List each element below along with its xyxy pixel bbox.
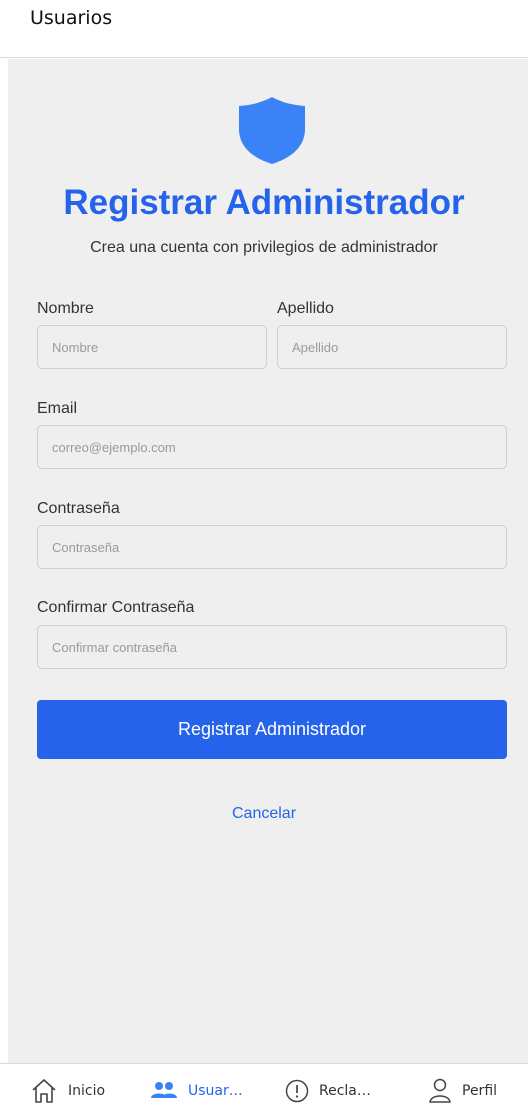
alert-circle-icon: [285, 1079, 309, 1103]
app-header: Usuarios: [0, 0, 528, 58]
page-title: Usuarios: [30, 7, 113, 29]
last-name-field[interactable]: [277, 325, 507, 369]
shield-icon: [237, 95, 307, 165]
users-icon: [150, 1081, 178, 1101]
bottom-tab-bar: Inicio Usuar… Recla… Perfil: [0, 1063, 528, 1116]
confirm-password-field[interactable]: [37, 625, 507, 669]
password-label: Contraseña: [37, 500, 120, 517]
tab-label: Recla…: [319, 1082, 371, 1099]
first-name-label: Nombre: [37, 300, 94, 317]
tab-usuarios[interactable]: Usuar…: [150, 1064, 243, 1116]
tab-label: Inicio: [68, 1082, 106, 1099]
person-icon: [428, 1078, 452, 1104]
last-name-label: Apellido: [277, 300, 334, 317]
email-field[interactable]: [37, 425, 507, 469]
form-subtitle: Crea una cuenta con privilegios de admin…: [90, 239, 438, 256]
register-admin-screen: Registrar Administrador Crea una cuenta …: [8, 59, 528, 1063]
cancel-link[interactable]: Cancelar: [8, 805, 520, 823]
email-label: Email: [37, 400, 78, 417]
tab-reclamos[interactable]: Recla…: [285, 1064, 371, 1116]
tab-label: Perfil: [462, 1082, 498, 1099]
confirm-password-label: Confirmar Contraseña: [37, 599, 195, 616]
tab-perfil[interactable]: Perfil: [428, 1064, 497, 1116]
form-title: Registrar Administrador: [63, 183, 465, 222]
home-icon: [30, 1078, 58, 1104]
register-admin-button[interactable]: Registrar Administrador: [37, 700, 507, 759]
tab-label: Usuar…: [188, 1082, 243, 1099]
tab-inicio[interactable]: Inicio: [30, 1064, 105, 1116]
password-field[interactable]: [37, 525, 507, 569]
first-name-field[interactable]: [37, 325, 267, 369]
